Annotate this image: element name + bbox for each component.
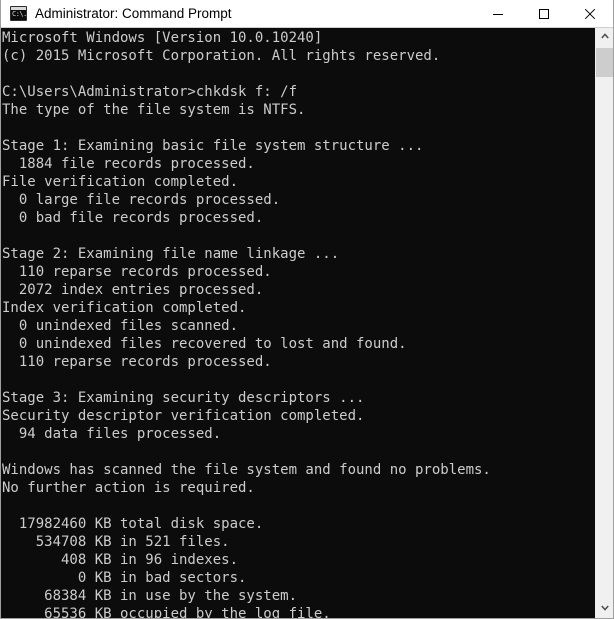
chevron-down-icon	[601, 605, 609, 611]
maximize-button[interactable]	[521, 0, 567, 27]
chevron-up-icon	[601, 33, 609, 39]
window-title: Administrator: Command Prompt	[35, 5, 232, 21]
minimize-icon	[493, 13, 503, 15]
scrollbar-up-button[interactable]	[596, 28, 613, 46]
scrollbar-down-button[interactable]	[596, 600, 613, 618]
console-scrollbar[interactable]	[595, 28, 613, 618]
console-output-area[interactable]: Microsoft Windows [Version 10.0.10240] (…	[1, 28, 613, 618]
console-output-text: Microsoft Windows [Version 10.0.10240] (…	[2, 30, 491, 618]
console-icon: C:\.	[10, 6, 27, 21]
window-titlebar[interactable]: C:\. Administrator: Command Prompt	[1, 0, 613, 28]
close-button[interactable]	[567, 0, 613, 27]
scrollbar-thumb[interactable]	[596, 48, 613, 77]
command-prompt-window: C:\. Administrator: Command Prompt Micro…	[0, 0, 614, 619]
minimize-button[interactable]	[475, 0, 521, 27]
close-icon	[584, 8, 596, 19]
console-icon-glyph: C:\.	[12, 10, 27, 18]
maximize-icon	[539, 8, 549, 19]
scrollbar-track[interactable]	[596, 46, 613, 600]
